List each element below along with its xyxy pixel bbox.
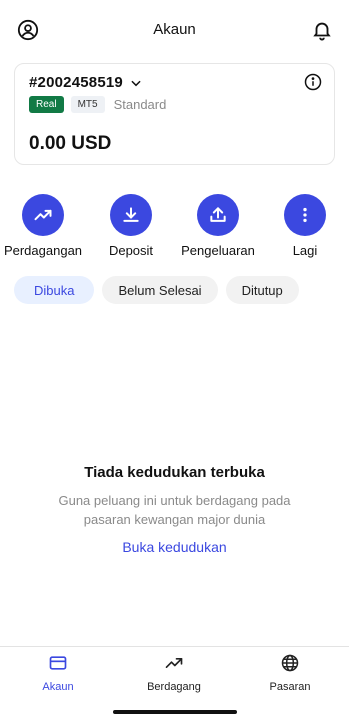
tab-closed[interactable]: Ditutup — [225, 276, 299, 304]
variant-label: Standard — [113, 97, 167, 112]
download-icon — [123, 207, 139, 222]
info-icon[interactable] — [304, 73, 322, 91]
trend-up-icon — [165, 658, 183, 668]
withdraw-action-label: Pengeluaran — [181, 243, 255, 258]
empty-state-title: Tiada kedudukan terbuka — [84, 464, 265, 481]
real-tag: Real — [29, 96, 64, 113]
quick-actions: Perdagangan Deposit Pengeluaran Lagi — [0, 194, 349, 264]
platform-tag: MT5 — [70, 96, 105, 113]
top-bar: Akaun — [0, 0, 349, 60]
account-number: #2002458519 — [29, 74, 123, 91]
account-selector[interactable]: #2002458519 — [29, 74, 143, 91]
deposit-action-label: Deposit — [108, 243, 154, 258]
account-card: #2002458519 Real MT5 Standard 0.00 USD — [14, 63, 335, 165]
more-vertical-icon — [303, 207, 307, 223]
trade-action-label: Perdagangan — [3, 243, 83, 258]
nav-label-markets: Pasaran — [269, 681, 311, 693]
trend-up-icon — [34, 209, 52, 221]
trade-action-button[interactable]: Perdagangan — [0, 194, 88, 258]
account-balance: 0.00 USD — [29, 133, 112, 154]
globe-icon — [281, 654, 299, 672]
page-title: Akaun — [153, 21, 196, 38]
bell-icon[interactable] — [311, 19, 333, 41]
more-action-button[interactable]: Lagi — [260, 194, 349, 258]
nav-label-account: Akaun — [42, 681, 74, 693]
more-action-label: Lagi — [292, 243, 318, 258]
tab-open[interactable]: Dibuka — [14, 276, 95, 304]
nav-label-trade: Berdagang — [147, 681, 201, 693]
chevron-down-icon — [131, 80, 141, 86]
home-indicator[interactable] — [113, 710, 237, 714]
withdraw-action-button[interactable]: Pengeluaran — [173, 194, 263, 258]
empty-state-description: Guna peluang ini untuk berdagang pada pa… — [0, 491, 349, 529]
card-icon — [49, 656, 67, 670]
nav-item-markets[interactable]: Pasaran — [232, 653, 348, 693]
empty-state-line-1: Guna peluang ini untuk berdagang pada — [58, 493, 291, 508]
upload-icon — [210, 207, 226, 222]
bottom-nav: Akaun Berdagang Pasaran — [0, 646, 349, 720]
account-tags: Real MT5 Standard — [29, 96, 166, 113]
deposit-action-button[interactable]: Deposit — [86, 194, 176, 258]
nav-item-trade[interactable]: Berdagang — [116, 653, 232, 693]
open-position-link[interactable]: Buka kedudukan — [0, 539, 349, 555]
position-tabs: Dibuka Belum Selesai Ditutup — [14, 276, 299, 304]
tab-pending[interactable]: Belum Selesai — [102, 276, 218, 304]
empty-state-line-2: pasaran kewangan major dunia — [83, 512, 266, 527]
nav-item-account[interactable]: Akaun — [0, 653, 116, 693]
